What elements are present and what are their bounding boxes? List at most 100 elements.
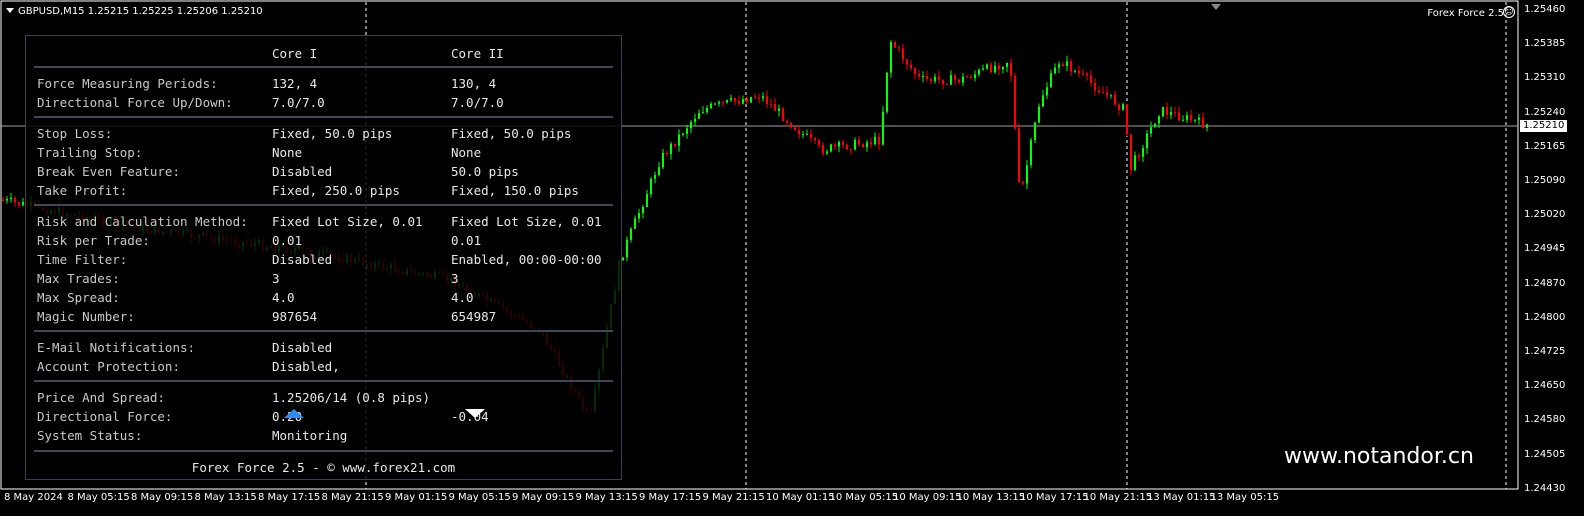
row-label: System Status: <box>37 428 143 443</box>
time-tick: 10 May 21:15 <box>1083 492 1153 503</box>
panel-row: Stop Loss: Fixed, 50.0 pips Fixed, 50.0 pi… <box>26 126 621 145</box>
candle-body <box>734 98 736 102</box>
panel-row: Trailing Stop: None None <box>26 145 621 164</box>
candle-body <box>1018 128 1020 183</box>
candle-body <box>1046 87 1048 96</box>
row-label: Directional Force Up/Down: <box>37 95 233 110</box>
panel-row: Directional Force Up/Down: 7.0/7.0 7.0/7.0 <box>26 95 621 114</box>
candle-body <box>890 42 892 73</box>
panel-row: System Status: Monitoring <box>26 428 621 447</box>
time-tick: 13 May 01:15 <box>1147 492 1216 503</box>
candle-body <box>1110 94 1112 96</box>
candle-body <box>866 142 868 148</box>
candle-body <box>718 101 720 104</box>
candle-body <box>1078 70 1080 74</box>
time-tick: 10 May 05:15 <box>829 492 899 503</box>
panel-separator <box>34 116 613 118</box>
price-tick: 1.24725 <box>1524 346 1566 357</box>
candle-body <box>1130 134 1132 170</box>
candle-body <box>858 139 860 145</box>
price-tick: 1.25385 <box>1524 38 1566 50</box>
candle-body <box>1082 73 1084 75</box>
candle-body <box>1058 64 1060 68</box>
arrow-up-icon <box>284 409 304 418</box>
candle-body <box>906 59 908 65</box>
candle-body <box>830 144 832 152</box>
row-label: Risk and Calculation Method: <box>37 214 248 229</box>
candle-body <box>650 178 652 195</box>
candle-body <box>774 104 776 111</box>
candle-body <box>806 134 808 136</box>
panel-row: Account Protection: Disabled, <box>26 359 621 378</box>
candle-body <box>762 96 764 99</box>
candle-body <box>1042 95 1044 107</box>
candle-body <box>1138 155 1140 157</box>
candle-body <box>1118 104 1120 110</box>
core1-text: 3 <box>272 271 280 286</box>
row-label: Take Profit: <box>37 183 128 198</box>
candle-body <box>974 74 976 79</box>
col-header-core1: Core I <box>272 46 318 61</box>
candle-body <box>10 197 12 199</box>
candle-body <box>1190 115 1192 121</box>
panel-footer: Forex Force 2.5 - © www.forex21.com <box>191 460 456 475</box>
candle-body <box>710 103 712 108</box>
ea-name: Forex Force 2.5 <box>1427 8 1504 19</box>
candle-body <box>6 198 8 201</box>
smiley-icon[interactable]: ☺ <box>1503 6 1515 18</box>
candle-body <box>1062 64 1064 67</box>
price-tick: 1.24505 <box>1524 448 1566 460</box>
time-tick: 9 May 01:15 <box>385 492 448 503</box>
ea-info-panel: Core I Core II Forex Force 2.5 - © www.fo… <box>25 35 622 480</box>
candle-body <box>1198 117 1200 120</box>
candle-body <box>702 112 704 114</box>
core2-text: 50.0 pips <box>451 164 519 179</box>
time-tick: 9 May 17:15 <box>639 492 702 503</box>
core1-text: 132, 4 <box>272 76 318 91</box>
row-label: Risk per Trade: <box>37 233 150 248</box>
row-label: Break Even Feature: <box>37 164 180 179</box>
candle-body <box>894 42 896 48</box>
candle-body <box>1074 70 1076 72</box>
candle-body <box>810 134 812 139</box>
core1-text: None <box>272 145 303 160</box>
candle-body <box>1166 107 1168 115</box>
panel-row: Directional Force: 0.20 -0.04 <box>26 409 621 428</box>
core1-text: 7.0/7.0 <box>272 95 325 110</box>
arrow-down-icon <box>465 409 485 418</box>
candle-body <box>902 48 904 60</box>
candle-body <box>778 108 780 111</box>
candle-body <box>790 122 792 128</box>
core1-text: Fixed, 50.0 pips <box>272 126 393 141</box>
row-label: Directional Force: <box>37 409 173 424</box>
candle-body <box>746 99 748 103</box>
candle-body <box>1022 182 1024 184</box>
candle-body <box>1034 122 1036 141</box>
candle-body <box>818 140 820 146</box>
candle-body <box>678 134 680 146</box>
candle-body <box>802 134 804 136</box>
candle-body <box>730 98 732 101</box>
panel-row: Break Even Feature: Disabled 50.0 pips <box>26 164 621 183</box>
candle-body <box>1066 61 1068 67</box>
candle-body <box>886 72 888 112</box>
panel-row: E-Mail Notifications: Disabled <box>26 340 621 359</box>
candle-body <box>834 144 836 147</box>
time-tick: 10 May 17:15 <box>1020 492 1089 503</box>
time-tick: 10 May 13:15 <box>956 492 1026 503</box>
candle-body <box>22 201 24 206</box>
candle-body <box>626 239 628 258</box>
row-label: Force Measuring Periods: <box>37 76 218 91</box>
candle-body <box>930 79 932 82</box>
candle-body <box>1114 94 1116 105</box>
time-tick: 8 May 05:15 <box>67 492 130 503</box>
candle-body <box>1158 116 1160 124</box>
candle-body <box>1206 124 1208 128</box>
candle-body <box>714 103 716 105</box>
dropdown-icon[interactable] <box>6 8 14 13</box>
candle-body <box>846 144 848 150</box>
panel-row: Magic Number: 987654 654987 <box>26 309 621 328</box>
panel-row: Max Spread: 4.0 4.0 <box>26 290 621 309</box>
candle-body <box>1094 83 1096 91</box>
candle-body <box>878 136 880 145</box>
